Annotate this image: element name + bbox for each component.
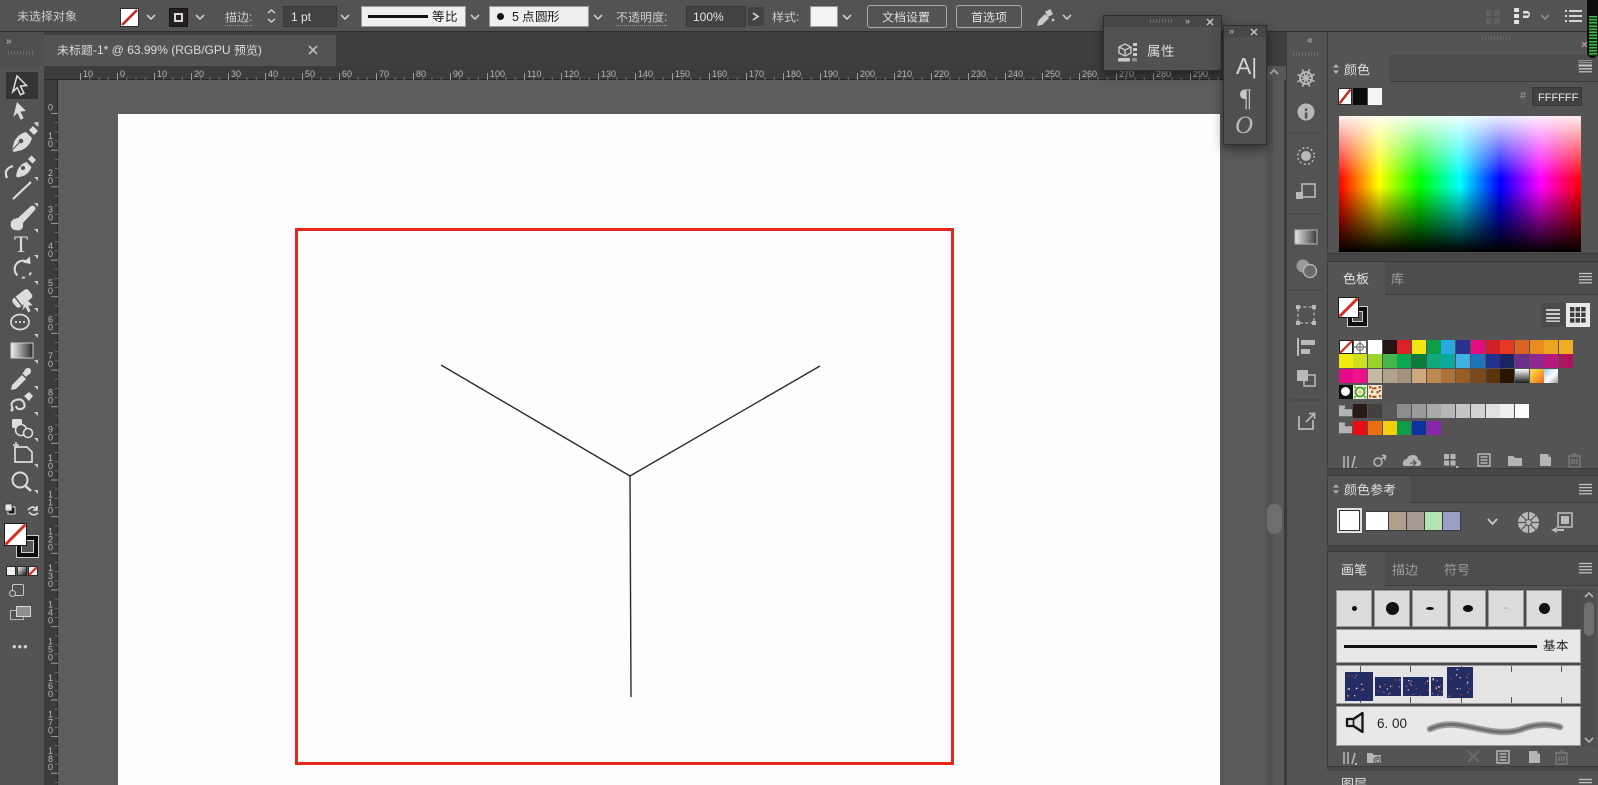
svg-text:0: 0: [48, 469, 53, 479]
svg-text:250: 250: [1045, 69, 1060, 79]
svg-text:0: 0: [48, 212, 53, 222]
svg-text:140: 140: [638, 69, 653, 79]
svg-text:0: 0: [48, 652, 53, 662]
svg-text:T: T: [14, 232, 28, 257]
svg-text:60: 60: [342, 69, 352, 79]
svg-text:0: 0: [120, 69, 125, 79]
svg-text:0: 0: [48, 762, 53, 772]
svg-text:0: 0: [48, 286, 53, 296]
svg-text:130: 130: [601, 69, 616, 79]
svg-text:190: 190: [823, 69, 838, 79]
svg-text:10: 10: [157, 69, 167, 79]
svg-text:70: 70: [379, 69, 389, 79]
svg-text:0: 0: [48, 396, 53, 406]
svg-text:230: 230: [971, 69, 986, 79]
svg-text:0: 0: [48, 103, 53, 113]
svg-text:0: 0: [48, 542, 53, 552]
svg-text:120: 120: [564, 69, 579, 79]
svg-text:100: 100: [490, 69, 505, 79]
svg-text:20: 20: [194, 69, 204, 79]
svg-text:0: 0: [48, 322, 53, 332]
svg-text:0: 0: [48, 249, 53, 259]
svg-text:0: 0: [48, 616, 53, 626]
svg-text:0: 0: [48, 689, 53, 699]
svg-text:240: 240: [1008, 69, 1023, 79]
svg-text:0: 0: [48, 359, 53, 369]
svg-text:0: 0: [48, 139, 53, 149]
svg-text:160: 160: [712, 69, 727, 79]
svg-text:180: 180: [786, 69, 801, 79]
svg-text:10: 10: [83, 69, 93, 79]
svg-text:40: 40: [268, 69, 278, 79]
svg-text:30: 30: [231, 69, 241, 79]
svg-text:90: 90: [453, 69, 463, 79]
svg-text:0: 0: [48, 726, 53, 736]
svg-text:170: 170: [749, 69, 764, 79]
svg-text:220: 220: [934, 69, 949, 79]
svg-text:260: 260: [1082, 69, 1097, 79]
svg-text:80: 80: [416, 69, 426, 79]
svg-text:200: 200: [860, 69, 875, 79]
svg-text:0: 0: [48, 176, 53, 186]
svg-text:150: 150: [675, 69, 690, 79]
svg-text:210: 210: [897, 69, 912, 79]
svg-text:0: 0: [48, 579, 53, 589]
svg-text:0: 0: [48, 506, 53, 516]
svg-text:50: 50: [305, 69, 315, 79]
svg-text:0: 0: [48, 432, 53, 442]
